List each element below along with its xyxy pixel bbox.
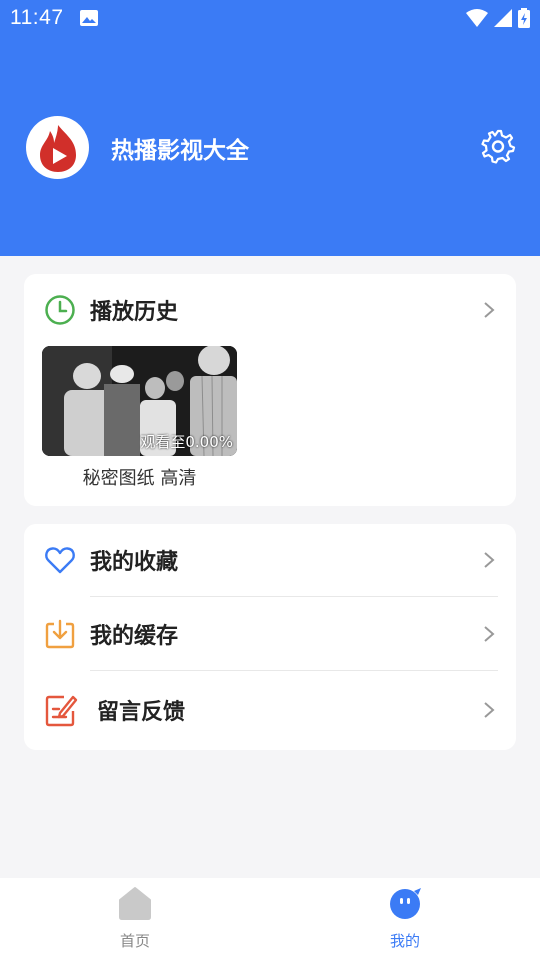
settings-gear-icon[interactable] — [480, 128, 516, 164]
menu-item-label: 我的缓存 — [90, 624, 179, 649]
menu-item-cache[interactable]: 我的缓存 — [24, 618, 516, 650]
play-history-row[interactable]: 播放历史 — [24, 294, 516, 326]
tab-label: 我的 — [389, 932, 420, 950]
wifi-icon — [466, 9, 488, 27]
menu-card: 我的收藏 我的缓存 留言反馈 — [24, 524, 516, 750]
history-video-thumbnail[interactable]: 观看至0.00% — [42, 346, 237, 456]
chevron-right-icon — [484, 702, 495, 718]
divider — [90, 596, 498, 597]
menu-item-favorites[interactable]: 我的收藏 — [24, 544, 516, 576]
feedback-edit-icon — [45, 695, 78, 727]
battery-icon — [518, 8, 530, 28]
menu-item-label: 我的收藏 — [90, 550, 179, 575]
app-logo[interactable] — [26, 116, 89, 179]
clock-icon — [45, 295, 75, 325]
status-time: 11:47 — [10, 6, 64, 29]
header: 11:47 热播影视大全 — [0, 0, 540, 256]
history-video-title[interactable]: 秘密图纸 高清 — [42, 464, 237, 490]
menu-item-label: 留言反馈 — [97, 700, 186, 725]
tab-mine[interactable]: 我的 — [355, 886, 455, 951]
profile: 热播影视大全 — [26, 116, 249, 179]
flame-play-icon — [39, 124, 76, 172]
divider — [90, 670, 498, 671]
home-icon — [119, 887, 151, 920]
bottom-tab-bar: 首页 我的 — [0, 878, 540, 960]
heart-icon — [45, 547, 75, 574]
mine-face-icon — [390, 888, 421, 919]
signal-icon — [494, 9, 512, 27]
tab-label: 首页 — [119, 932, 150, 950]
gallery-notification-icon — [79, 10, 98, 26]
play-history-title: 播放历史 — [90, 300, 179, 325]
app-name: 热播影视大全 — [111, 137, 249, 164]
tab-home[interactable]: 首页 — [85, 886, 185, 951]
play-history-card: 播放历史 观看至0.00% 秘密图纸 高清 — [24, 274, 516, 506]
watch-progress-text: 观看至0.00% — [140, 433, 233, 451]
status-bar: 11:47 — [0, 0, 540, 36]
status-icons — [466, 8, 530, 28]
menu-item-feedback[interactable]: 留言反馈 — [24, 692, 516, 728]
chevron-right-icon — [484, 552, 495, 568]
chevron-right-icon — [484, 302, 495, 318]
download-icon — [45, 619, 75, 649]
chevron-right-icon — [484, 626, 495, 642]
